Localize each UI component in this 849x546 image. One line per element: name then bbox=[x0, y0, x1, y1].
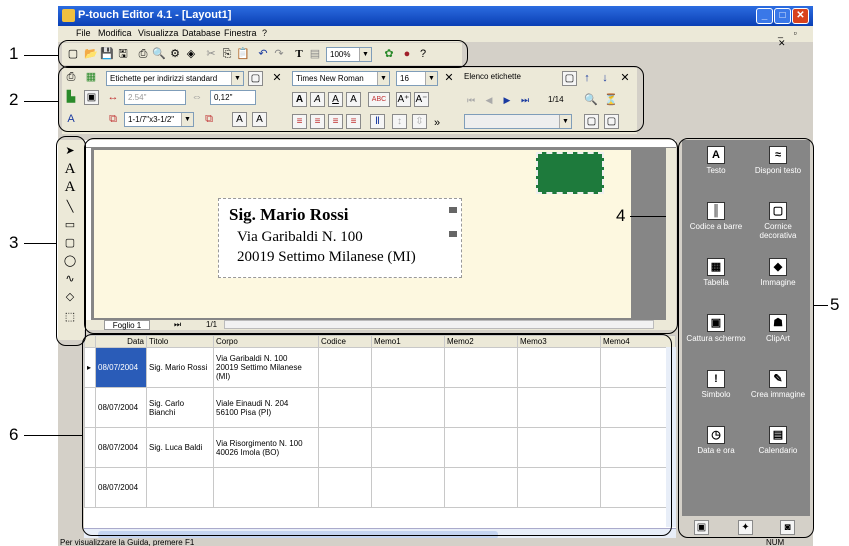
leader-line-1 bbox=[24, 55, 58, 56]
callout-1: 1 bbox=[9, 44, 19, 63]
leader-line-3 bbox=[24, 243, 56, 244]
callout-2: 2 bbox=[9, 90, 19, 109]
close-button[interactable]: ✕ bbox=[792, 8, 809, 24]
leader-line-5 bbox=[814, 305, 828, 306]
callout-5: 5 bbox=[830, 295, 840, 314]
window-title: P-touch Editor 4.1 - [Layout1] bbox=[78, 9, 232, 21]
menu-file[interactable]: File bbox=[76, 28, 91, 38]
minimize-button[interactable]: _ bbox=[756, 8, 773, 24]
callout-box-2 bbox=[58, 66, 644, 132]
menu-visualizza[interactable]: Visualizza bbox=[138, 28, 178, 38]
app-icon bbox=[62, 9, 75, 22]
status-bar: Per visualizzare la Guida, premere F1 NU… bbox=[58, 538, 813, 546]
menu-database[interactable]: Database bbox=[182, 28, 221, 38]
mdi-controls[interactable]: _ ▫ ✕ bbox=[778, 28, 813, 49]
leader-line-6 bbox=[24, 435, 82, 436]
callout-box-4 bbox=[84, 138, 678, 334]
leader-line-4 bbox=[630, 216, 666, 217]
menu-modifica[interactable]: Modifica bbox=[98, 28, 132, 38]
callout-4: 4 bbox=[616, 206, 626, 225]
callout-box-6 bbox=[82, 334, 672, 536]
callout-box-3 bbox=[56, 136, 86, 346]
menu-help[interactable]: ? bbox=[262, 28, 267, 38]
title-bar: P-touch Editor 4.1 - [Layout1] _ □ ✕ bbox=[58, 6, 813, 26]
status-text: Per visualizzare la Guida, premere F1 bbox=[60, 538, 195, 546]
leader-line-2 bbox=[24, 101, 58, 102]
num-lock-indicator: NUM bbox=[766, 538, 785, 546]
callout-3: 3 bbox=[9, 233, 19, 252]
callout-box-5 bbox=[678, 138, 814, 538]
callout-6: 6 bbox=[9, 425, 19, 444]
callout-box-1 bbox=[58, 40, 468, 68]
maximize-button[interactable]: □ bbox=[774, 8, 791, 24]
menu-finestra[interactable]: Finestra bbox=[224, 28, 257, 38]
